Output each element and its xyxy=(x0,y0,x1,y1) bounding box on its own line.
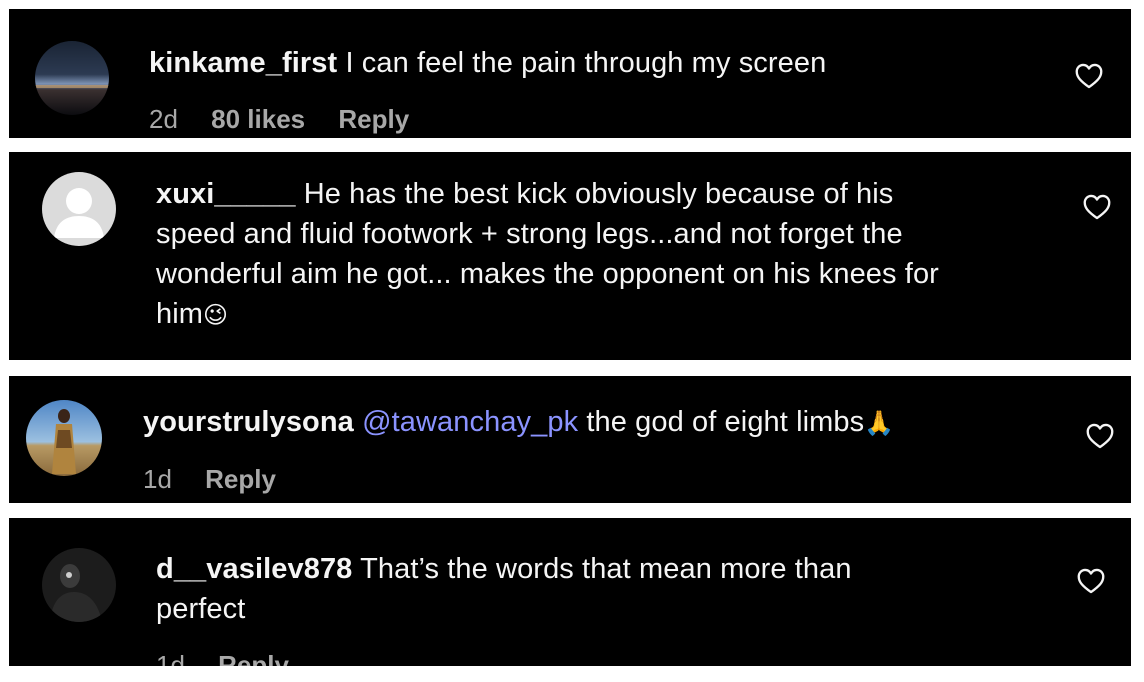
comment-body: I can feel the pain through my screen xyxy=(345,47,827,79)
comment-body-end: him xyxy=(156,298,204,330)
username[interactable]: kinkame_first xyxy=(149,47,337,79)
comment-text-line-2: perfect xyxy=(156,593,246,625)
timestamp: 2d xyxy=(149,104,178,134)
username[interactable]: yourstrulysona xyxy=(143,406,354,438)
reply-button[interactable]: Reply xyxy=(218,650,289,666)
heart-outline-icon[interactable] xyxy=(1086,423,1114,449)
heart-outline-icon[interactable] xyxy=(1083,194,1111,220)
comment-card: xuxi_____ He has the best kick obviously… xyxy=(9,152,1131,360)
folded-hands-emoji: 🙏 xyxy=(864,409,895,437)
comment-text-line-1: d__vasilev878 That’s the words that mean… xyxy=(156,549,852,589)
comment-text-line-4: him😉 xyxy=(156,294,228,335)
winking-face-emoji: 😉 xyxy=(203,301,229,329)
timestamp: 1d xyxy=(143,464,172,494)
username[interactable]: d__vasilev878 xyxy=(156,553,352,585)
comment-meta: 1d Reply xyxy=(156,648,315,666)
comment-text: kinkame_first I can feel the pain throug… xyxy=(149,43,826,83)
comment-card: kinkame_first I can feel the pain throug… xyxy=(9,9,1131,138)
comment-text-line-1: xuxi_____ He has the best kick obviously… xyxy=(156,174,893,214)
comment-card: d__vasilev878 That’s the words that mean… xyxy=(9,518,1131,666)
default-avatar-icon xyxy=(42,172,116,246)
comment-text-line-3: wonderful aim he got... makes the oppone… xyxy=(156,258,939,290)
avatar[interactable] xyxy=(35,41,109,115)
avatar-person-photo xyxy=(26,400,102,476)
comment-body: He has the best kick obviously because o… xyxy=(303,178,894,210)
heart-outline-icon[interactable] xyxy=(1077,568,1105,594)
comment-meta: 2d 80 likes Reply xyxy=(149,102,435,136)
likes-count[interactable]: 80 likes xyxy=(211,104,305,134)
avatar[interactable] xyxy=(42,548,116,622)
timestamp: 1d xyxy=(156,650,185,666)
avatar-night-sky-image xyxy=(35,41,109,115)
comment-card: yourstrulysona @tawanchay_pk the god of … xyxy=(9,376,1131,503)
avatar[interactable] xyxy=(26,400,102,476)
comment-text-line-2: speed and fluid footwork + strong legs..… xyxy=(156,218,903,250)
comment-body: the god of eight limbs xyxy=(586,406,865,438)
comment-text: yourstrulysona @tawanchay_pk the god of … xyxy=(143,402,894,443)
reply-button[interactable]: Reply xyxy=(205,464,276,494)
comment-body: That’s the words that mean more than xyxy=(360,553,852,585)
reply-button[interactable]: Reply xyxy=(338,104,409,134)
username[interactable]: xuxi_____ xyxy=(156,178,296,210)
avatar-dark-photo xyxy=(42,548,116,622)
avatar[interactable] xyxy=(42,172,116,246)
mention-link[interactable]: @tawanchay_pk xyxy=(362,406,578,438)
comment-meta: 1d Reply xyxy=(143,462,302,496)
heart-outline-icon[interactable] xyxy=(1075,63,1103,89)
